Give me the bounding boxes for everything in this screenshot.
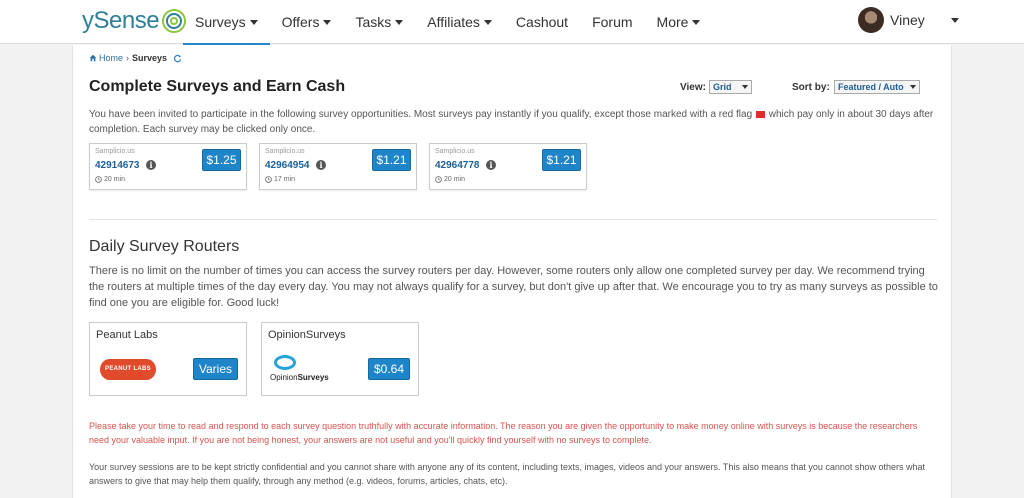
router-name: OpinionSurveys	[268, 329, 346, 341]
survey-card[interactable]: Samplicio.us 42964954 i 17 min $1.21	[259, 143, 417, 190]
survey-card[interactable]: Samplicio.us 42914673 i 20 min $1.25	[89, 143, 247, 190]
chevron-down-icon	[483, 19, 492, 25]
routers-description: There is no limit on the number of times…	[89, 265, 938, 309]
survey-duration: 17 min	[265, 176, 295, 183]
clock-icon	[95, 176, 102, 183]
confidentiality-notice: Your survey sessions are to be kept stri…	[89, 462, 925, 486]
chevron-down-icon	[742, 85, 748, 89]
chevron-down-icon	[323, 19, 332, 25]
logo-text-part-a: Opinion	[270, 373, 298, 382]
peanut-labs-logo: PEANUT LABS	[100, 359, 156, 380]
survey-price-button[interactable]: $1.21	[542, 149, 581, 171]
opinionsurveys-logo-text: OpinionSurveys	[270, 373, 329, 382]
chevron-down-icon	[395, 19, 404, 25]
survey-duration-text: 20 min	[444, 176, 466, 183]
main-content: Home › Surveys Complete Surveys and Earn…	[72, 45, 952, 498]
survey-duration-text: 20 min	[104, 176, 126, 183]
nav-more[interactable]: More	[645, 0, 713, 44]
nav-offers-label: Offers	[281, 14, 320, 30]
nav-cashout-label: Cashout	[515, 14, 569, 30]
logo-text: ySense	[82, 7, 160, 34]
survey-provider: Samplicio.us	[265, 148, 305, 155]
breadcrumb-current: Surveys	[132, 53, 168, 63]
avatar	[858, 7, 884, 33]
breadcrumb-separator: ›	[126, 53, 130, 63]
clock-icon	[265, 176, 272, 183]
survey-price-button[interactable]: $1.25	[202, 149, 241, 171]
user-menu[interactable]: Viney	[858, 6, 959, 34]
chevron-down-icon	[249, 19, 258, 25]
nav-affiliates[interactable]: Affiliates	[415, 0, 504, 44]
survey-price-button[interactable]: $1.21	[372, 149, 411, 171]
section-divider	[89, 219, 937, 220]
survey-duration-text: 17 min	[274, 176, 296, 183]
nav-surveys-label: Surveys	[195, 14, 246, 30]
survey-card[interactable]: Samplicio.us 42964778 i 20 min $1.21	[429, 143, 587, 190]
top-navbar: ySense Surveys Offers Tasks Affiliates C…	[0, 0, 1024, 45]
intro-text-before-flag: You have been invited to participate in …	[89, 109, 753, 120]
home-icon	[89, 54, 97, 62]
router-card-peanut-labs[interactable]: Peanut Labs PEANUT LABS Varies	[89, 322, 247, 396]
nav-more-label: More	[656, 14, 689, 30]
chevron-down-icon	[910, 85, 916, 89]
nav-tasks[interactable]: Tasks	[343, 0, 415, 44]
nav-forum-label: Forum	[592, 14, 633, 30]
speech-bubble-icon	[274, 355, 296, 370]
routers-title: Daily Survey Routers	[89, 238, 240, 255]
opinionsurveys-logo: OpinionSurveys	[270, 355, 336, 385]
router-start-button[interactable]: Varies	[192, 358, 238, 380]
nav-cashout[interactable]: Cashout	[504, 0, 580, 44]
survey-duration: 20 min	[435, 176, 465, 183]
red-flag-icon	[755, 111, 765, 118]
survey-id[interactable]: 42964954	[265, 160, 310, 171]
survey-id[interactable]: 42964778	[435, 160, 480, 171]
nav-offers[interactable]: Offers	[270, 0, 344, 44]
info-icon[interactable]: i	[146, 160, 156, 170]
info-icon[interactable]: i	[486, 160, 496, 170]
router-card-opinionsurveys[interactable]: OpinionSurveys OpinionSurveys $0.64	[261, 322, 419, 396]
clock-icon	[435, 176, 442, 183]
survey-duration: 20 min	[95, 176, 125, 183]
logo-text-part-b: Surveys	[297, 373, 329, 382]
sort-label: Sort by:	[792, 82, 830, 93]
survey-provider: Samplicio.us	[435, 148, 475, 155]
nav-affiliates-label: Affiliates	[427, 14, 480, 30]
survey-provider: Samplicio.us	[95, 148, 135, 155]
view-select[interactable]: Grid	[709, 80, 752, 94]
breadcrumb-home-link[interactable]: Home	[99, 53, 123, 63]
user-name: Viney	[890, 12, 925, 28]
surveys-intro: You have been invited to participate in …	[89, 107, 939, 137]
router-name: Peanut Labs	[96, 329, 158, 341]
router-start-button[interactable]: $0.64	[367, 358, 410, 380]
peanut-labs-logo-text: PEANUT LABS	[100, 359, 156, 380]
sort-select-value: Featured / Auto	[838, 82, 904, 92]
nav-surveys[interactable]: Surveys	[183, 0, 270, 45]
view-select-value: Grid	[713, 82, 732, 92]
chevron-down-icon	[692, 19, 701, 25]
honesty-warning: Please take your time to read and respon…	[89, 421, 918, 445]
ysense-logo[interactable]: ySense	[82, 5, 188, 37]
chevron-down-icon	[950, 17, 959, 23]
sort-select[interactable]: Featured / Auto	[834, 80, 920, 94]
survey-id[interactable]: 42914673	[95, 160, 140, 171]
main-nav: Surveys Offers Tasks Affiliates Cashout …	[183, 0, 713, 45]
page-title: Complete Surveys and Earn Cash	[89, 78, 346, 95]
refresh-icon[interactable]	[173, 54, 182, 63]
nav-forum[interactable]: Forum	[580, 0, 644, 44]
breadcrumb: Home › Surveys	[89, 53, 182, 63]
info-icon[interactable]: i	[316, 160, 326, 170]
view-label: View:	[680, 82, 706, 93]
nav-tasks-label: Tasks	[355, 14, 392, 30]
